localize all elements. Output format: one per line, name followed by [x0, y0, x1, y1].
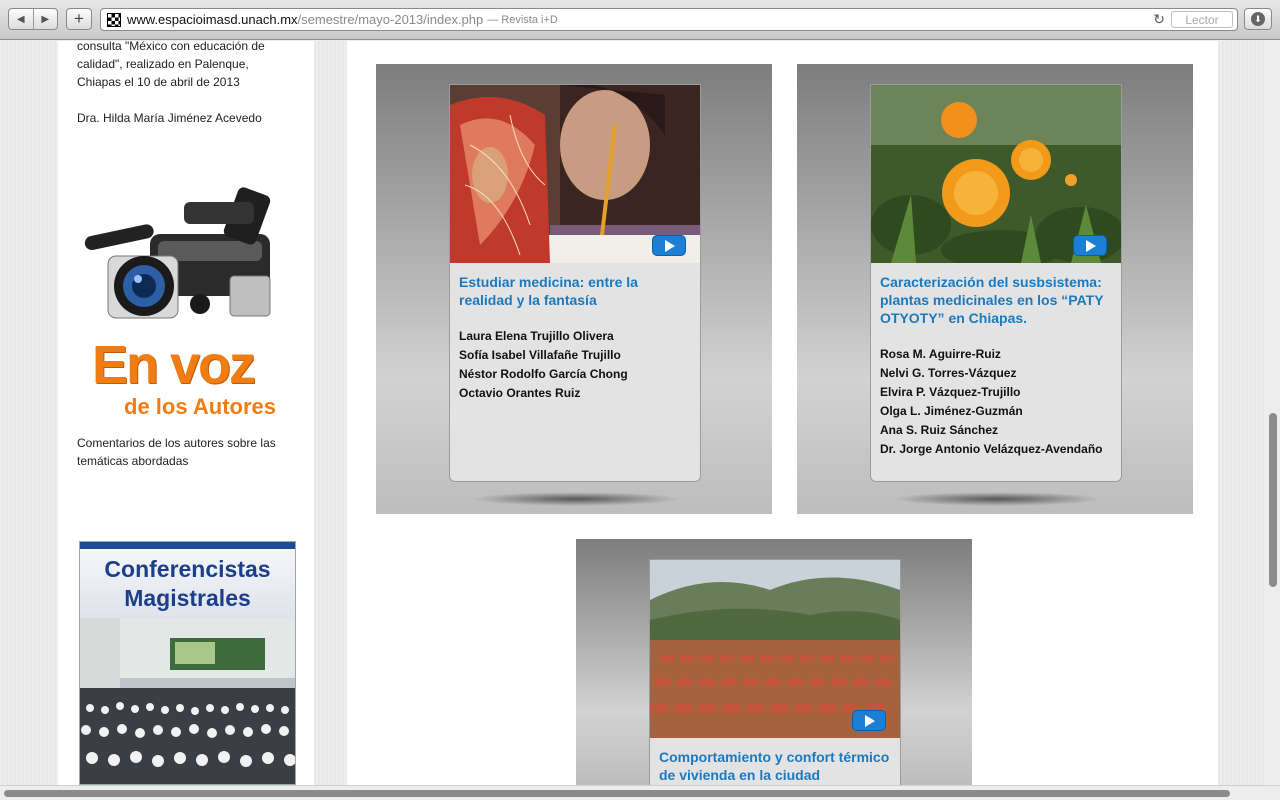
back-icon: ◀ — [16, 13, 25, 25]
event-text: consulta "México con educación de calida… — [77, 39, 265, 89]
author-item: Rosa M. Aguirre-Ruiz — [880, 347, 1001, 361]
author-item: Olga L. Jiménez-Guzmán — [880, 404, 1023, 418]
article-title-link[interactable]: Comportamiento y confort térmico de vivi… — [659, 748, 891, 784]
logo-line-2: de los Autores — [124, 394, 276, 419]
auditorium-photo — [80, 618, 295, 784]
play-video-button[interactable] — [1073, 235, 1107, 256]
forward-icon: ▶ — [41, 13, 50, 25]
conferencistas-magistrales-banner[interactable]: Conferencistas Magistrales — [79, 541, 296, 785]
downloads-button[interactable]: ⬇ — [1244, 8, 1272, 30]
browser-toolbar: ◀ ▶ + www.espacioimasd.unach.mx /semestr… — [0, 0, 1280, 40]
vertical-scrollbar[interactable] — [1266, 41, 1280, 785]
download-icon: ⬇ — [1251, 12, 1265, 26]
vertical-scroll-thumb[interactable] — [1269, 413, 1277, 587]
video-camera-icon — [84, 187, 271, 319]
article-panel: Estudiar medicina: entre la realidad y l… — [376, 64, 772, 514]
article-panel: Caracterización del susbsistema: plantas… — [797, 64, 1193, 514]
history-nav: ◀ ▶ — [8, 8, 58, 30]
reload-icon[interactable]: ↻ — [1153, 11, 1165, 28]
comments-text: Comentarios de los autores sobre las tem… — [77, 436, 276, 468]
site-favicon-icon — [107, 12, 121, 27]
author-item: Laura Elena Trujillo Olivera — [459, 329, 614, 343]
play-video-button[interactable] — [652, 235, 686, 256]
url-domain: www.espacioimasd.unach.mx — [127, 12, 298, 27]
banner-line-2: Magistrales — [124, 585, 251, 611]
play-video-button[interactable] — [852, 710, 886, 731]
author-name: Dra. Hilda María Jiménez Acevedo — [77, 111, 262, 125]
author-item: Elvira P. Vázquez-Trujillo — [880, 385, 1021, 399]
card-shadow — [892, 492, 1102, 506]
author-list: Laura Elena Trujillo Olivera Sofía Isabe… — [459, 327, 691, 403]
author-item: Octavio Orantes Ruiz — [459, 386, 581, 400]
logo-line-1: En voz — [92, 335, 256, 395]
sidebar: consulta "México con educación de calida… — [58, 39, 314, 785]
author-item: Nelvi G. Torres-Vázquez — [880, 366, 1017, 380]
author-item: Sofía Isabel Villafañe Trujillo — [459, 348, 621, 362]
author-list: Rosa M. Aguirre-Ruiz Nelvi G. Torres-Váz… — [880, 345, 1112, 459]
article-card[interactable]: Comportamiento y confort térmico de vivi… — [649, 559, 901, 785]
author-item: Dr. Jorge Antonio Velázquez-Avendaño — [880, 442, 1103, 456]
main-content: Estudiar medicina: entre la realidad y l… — [347, 41, 1218, 785]
plus-icon: + — [74, 9, 84, 28]
play-icon — [665, 239, 675, 252]
article-title-link[interactable]: Caracterización del susbsistema: plantas… — [880, 273, 1112, 327]
play-icon — [1086, 239, 1096, 252]
card-shadow — [471, 492, 681, 506]
url-path: /semestre/mayo-2013/index.php — [297, 12, 484, 27]
author-item: Néstor Rodolfo García Chong — [459, 367, 628, 381]
banner-line-1: Conferencistas — [104, 556, 271, 582]
en-voz-de-los-autores-logo[interactable]: En voz de los Autores — [80, 186, 292, 419]
author-item: Ana S. Ruiz Sánchez — [880, 423, 999, 437]
address-bar[interactable]: www.espacioimasd.unach.mx /semestre/mayo… — [100, 8, 1238, 31]
forward-button[interactable]: ▶ — [32, 9, 58, 29]
horizontal-scroll-thumb[interactable] — [4, 790, 1230, 797]
article-panel: Comportamiento y confort térmico de vivi… — [576, 539, 972, 785]
article-card[interactable]: Caracterización del susbsistema: plantas… — [870, 84, 1122, 482]
reader-button[interactable]: Lector — [1171, 11, 1233, 28]
article-title-link[interactable]: Estudiar medicina: entre la realidad y l… — [459, 273, 691, 309]
play-icon — [865, 714, 875, 727]
page-title: — Revista i+D — [487, 13, 558, 26]
banner-heading: Conferencistas Magistrales — [80, 542, 295, 618]
add-bookmark-button[interactable]: + — [66, 8, 92, 30]
article-card[interactable]: Estudiar medicina: entre la realidad y l… — [449, 84, 701, 482]
back-button[interactable]: ◀ — [9, 9, 33, 29]
horizontal-scrollbar[interactable] — [0, 785, 1280, 800]
